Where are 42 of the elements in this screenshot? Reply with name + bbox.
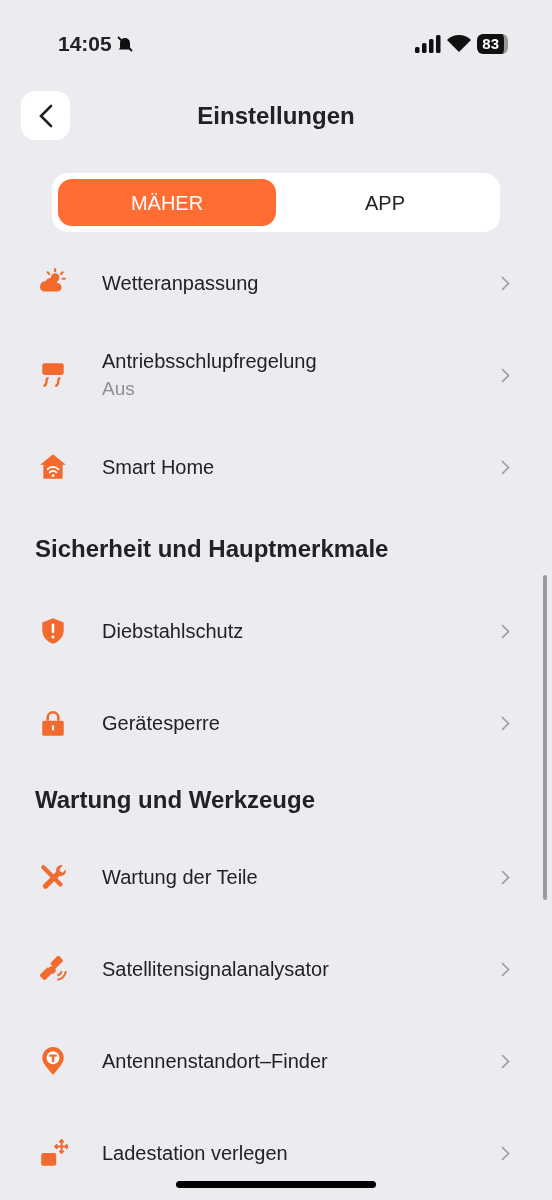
settings-item[interactable]: Wetteranpassung	[0, 237, 552, 329]
chevron-right-icon	[501, 275, 510, 291]
chevron-right-icon	[501, 1145, 510, 1161]
chevron-right-icon	[501, 623, 510, 639]
chevron-right-icon	[501, 715, 510, 731]
section-heading: Sicherheit und Hauptmerkmale	[34, 534, 390, 564]
wifi-icon	[447, 35, 472, 53]
settings-item[interactable]: Ladestation verlegen	[0, 1107, 552, 1173]
bell-off-icon	[115, 35, 134, 53]
item-label: Diebstahlschutz	[102, 619, 245, 644]
back-button[interactable]	[21, 91, 70, 140]
chevron-right-icon	[501, 961, 510, 977]
settings-item[interactable]: Smart Home	[0, 421, 552, 513]
home-wifi-icon	[38, 452, 68, 482]
chevron-right-icon	[501, 1053, 510, 1069]
section-heading: Wartung und Werkzeuge	[34, 785, 316, 815]
charging-station-icon	[38, 1138, 68, 1168]
settings-item[interactable]: Antriebsschlupfregelung Aus	[0, 329, 552, 421]
battery-level: 83	[477, 34, 508, 54]
settings-item[interactable]: Diebstahlschutz	[0, 585, 552, 677]
page-title: Einstellungen	[197, 101, 355, 131]
settings-item[interactable]: Antennenstandort–Finder	[0, 1015, 552, 1107]
signal-icon	[415, 35, 442, 53]
item-label: Antennenstandort–Finder	[102, 1049, 329, 1074]
item-label: Gerätesperre	[102, 711, 221, 736]
item-label: Satellitensignalanalysator	[102, 957, 330, 982]
item-label: Smart Home	[102, 455, 216, 480]
tools-icon	[38, 862, 68, 892]
chevron-right-icon	[501, 367, 510, 383]
status-time: 14:05	[58, 31, 112, 58]
settings-item[interactable]: Satellitensignalanalysator	[0, 923, 552, 1015]
settings-item[interactable]: Wartung der Teile	[0, 831, 552, 923]
item-label: Antriebsschlupfregelung	[102, 349, 318, 374]
satellite-icon	[38, 954, 68, 984]
chevron-right-icon	[501, 869, 510, 885]
chevron-right-icon	[501, 459, 510, 475]
back-icon	[38, 103, 53, 128]
item-label: Ladestation verlegen	[102, 1141, 289, 1166]
item-value: Aus	[102, 377, 136, 401]
settings-item[interactable]: Gerätesperre	[0, 677, 552, 769]
item-label: Wartung der Teile	[102, 865, 259, 890]
item-label: Wetteranpassung	[102, 271, 260, 296]
